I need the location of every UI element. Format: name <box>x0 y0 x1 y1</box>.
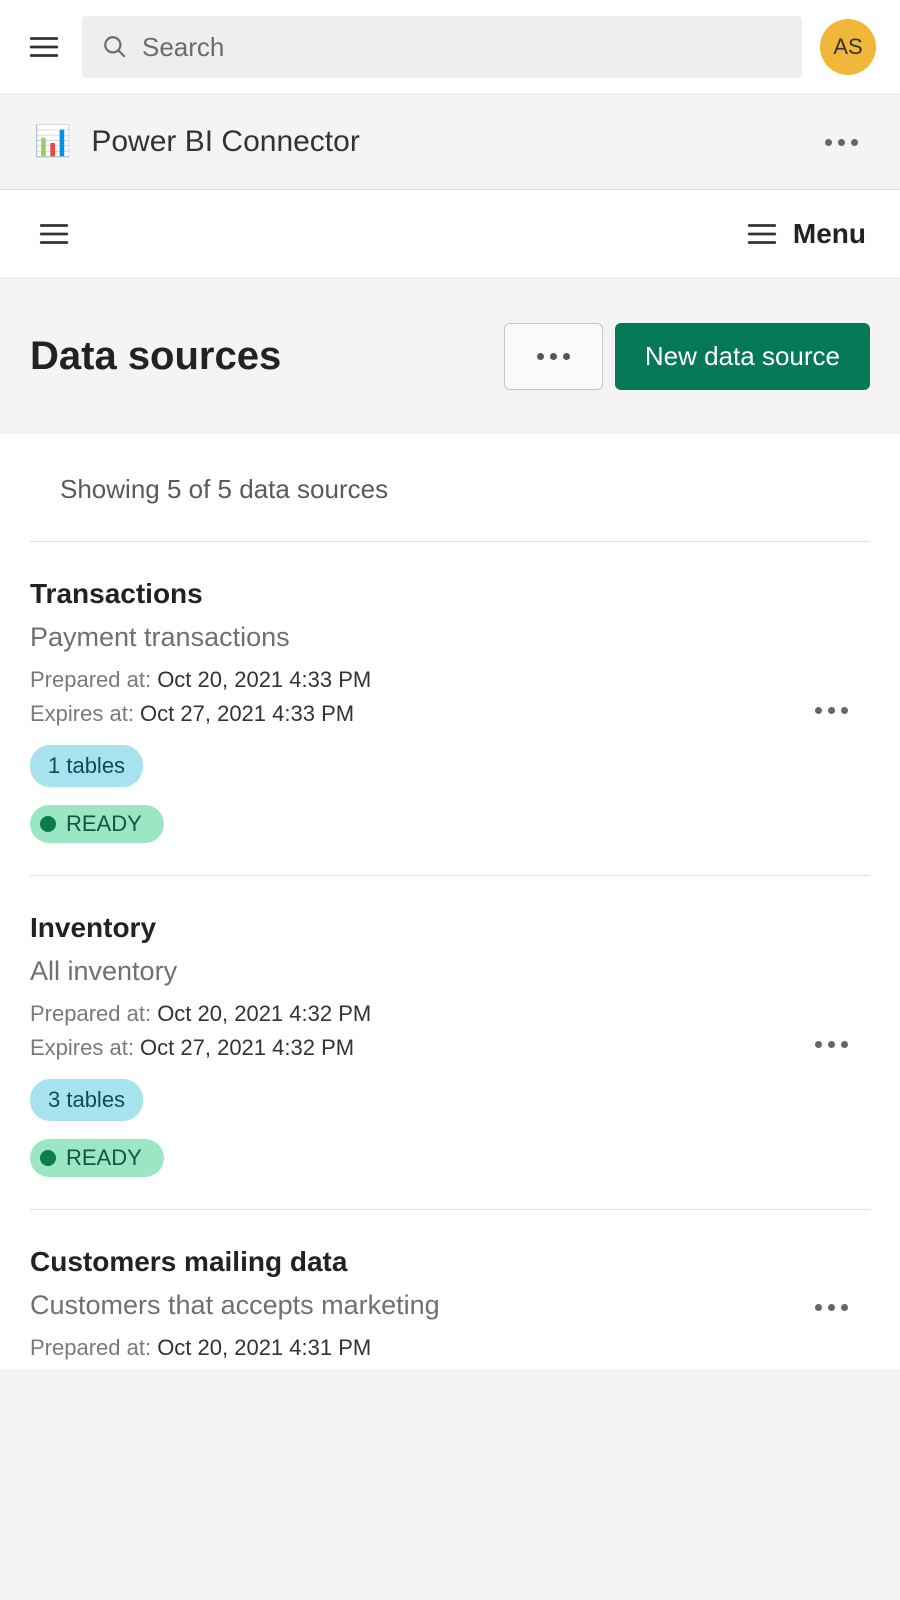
global-nav-hamburger[interactable] <box>24 27 64 67</box>
more-icon <box>529 345 578 368</box>
data-source-info: Transactions Payment transactions Prepar… <box>30 578 371 843</box>
data-source-prepared: Prepared at: Oct 20, 2021 4:33 PM <box>30 667 371 693</box>
hamburger-icon <box>27 30 61 64</box>
search-input[interactable] <box>142 32 782 63</box>
data-source-description: All inventory <box>30 956 371 987</box>
content: Showing 5 of 5 data sources Transactions… <box>0 434 900 1369</box>
data-source-item: Inventory All inventory Prepared at: Oct… <box>30 876 870 1210</box>
data-source-prepared: Prepared at: Oct 20, 2021 4:32 PM <box>30 1001 371 1027</box>
data-source-info: Customers mailing data Customers that ac… <box>30 1246 440 1369</box>
showing-count: Showing 5 of 5 data sources <box>30 474 870 505</box>
page-header: Data sources New data source <box>0 279 900 434</box>
app-title-left: 📊 Power BI Connector <box>34 125 360 159</box>
hamburger-icon <box>37 217 71 251</box>
status-dot-icon <box>40 816 56 832</box>
data-source-actions <box>807 699 870 722</box>
data-source-item: Customers mailing data Customers that ac… <box>30 1210 870 1369</box>
hamburger-icon <box>745 217 779 251</box>
status-badge: READY <box>30 1139 164 1177</box>
app-title: Power BI Connector <box>91 125 359 159</box>
data-source-name[interactable]: Customers mailing data <box>30 1246 440 1278</box>
search-box[interactable] <box>82 16 802 78</box>
menu-label: Menu <box>793 218 866 250</box>
avatar[interactable]: AS <box>820 19 876 75</box>
data-source-prepared: Prepared at: Oct 20, 2021 4:31 PM <box>30 1335 440 1361</box>
data-source-expires: Expires at: Oct 27, 2021 4:32 PM <box>30 1035 371 1061</box>
app-title-bar: 📊 Power BI Connector <box>0 95 900 190</box>
page-more-button[interactable] <box>504 323 603 390</box>
item-more-button[interactable] <box>807 1296 856 1319</box>
app-icon: 📊 <box>34 127 71 157</box>
new-data-source-button[interactable]: New data source <box>615 323 870 390</box>
data-source-item: Transactions Payment transactions Prepar… <box>30 542 870 876</box>
menu-button[interactable]: Menu <box>745 217 866 251</box>
data-source-actions <box>807 1296 870 1319</box>
top-header: AS <box>0 0 900 95</box>
menu-bar: Menu <box>0 190 900 279</box>
data-source-actions <box>807 1033 870 1056</box>
data-source-badges: 1 tables READY <box>30 745 371 843</box>
item-more-button[interactable] <box>807 1033 856 1056</box>
data-source-description: Payment transactions <box>30 622 371 653</box>
tables-badge: 1 tables <box>30 745 143 787</box>
page-title: Data sources <box>30 334 281 379</box>
item-more-button[interactable] <box>807 699 856 722</box>
data-source-info: Inventory All inventory Prepared at: Oct… <box>30 912 371 1177</box>
header-actions: New data source <box>504 323 870 390</box>
data-source-badges: 3 tables READY <box>30 1079 371 1177</box>
data-source-name[interactable]: Inventory <box>30 912 371 944</box>
data-source-expires: Expires at: Oct 27, 2021 4:33 PM <box>30 701 371 727</box>
status-badge: READY <box>30 805 164 843</box>
tables-badge: 3 tables <box>30 1079 143 1121</box>
search-icon <box>102 34 128 60</box>
app-more-button[interactable] <box>817 131 866 154</box>
data-source-name[interactable]: Transactions <box>30 578 371 610</box>
data-source-description: Customers that accepts marketing <box>30 1290 440 1321</box>
page-nav-hamburger[interactable] <box>34 214 74 254</box>
status-dot-icon <box>40 1150 56 1166</box>
